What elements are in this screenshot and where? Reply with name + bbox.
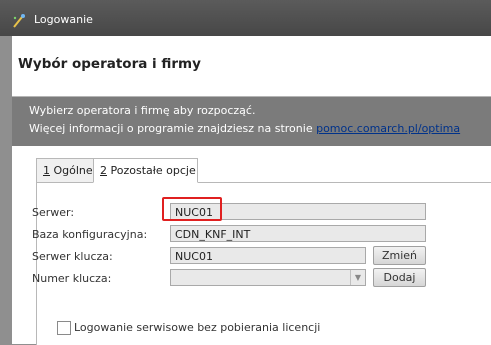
add-button[interactable]: Dodaj [373, 268, 426, 287]
page-title: Wybór operatora i firmy [18, 56, 201, 72]
form-area: 1 Ogólne 2 Pozostałe opcje [12, 146, 491, 345]
title-bar: Logowanie [0, 0, 491, 36]
key-number-label: Numer klucza: [32, 272, 112, 285]
app-wand-icon [13, 14, 25, 28]
change-button[interactable]: Zmień [373, 246, 426, 265]
tab-general-key: 1 [43, 164, 50, 177]
tab-general[interactable]: 1 Ogólne [36, 158, 94, 182]
server-field[interactable]: NUC01 [170, 203, 426, 220]
server-label: Serwer: [32, 206, 75, 219]
help-link[interactable]: pomoc.comarch.pl/optima [316, 122, 460, 135]
chevron-down-icon[interactable]: ▼ [350, 270, 365, 285]
info-banner: Wybierz operatora i firmę aby rozpocząć.… [12, 96, 491, 147]
header: Wybór operatora i firmy [12, 36, 491, 96]
tab-other-key: 2 [100, 164, 107, 177]
config-db-label: Baza konfiguracyjna: [32, 228, 148, 241]
service-login-label: Logowanie serwisowe bez pobierania licen… [74, 321, 321, 334]
config-db-field[interactable]: CDN_KNF_INT [170, 225, 426, 242]
info-line-2: Więcej informacji o programie znajdziesz… [29, 122, 460, 135]
info-line-2-text: Więcej informacji o programie znajdziesz… [29, 122, 317, 135]
login-window: Wybór operatora i firmy Wybierz operator… [12, 36, 491, 345]
key-number-dropdown[interactable]: ▼ [170, 269, 366, 286]
service-login-checkbox[interactable] [57, 321, 71, 335]
tab-other-options[interactable]: 2 Pozostałe opcje [93, 158, 198, 183]
info-line-1: Wybierz operatora i firmę aby rozpocząć. [29, 104, 256, 117]
window-title: Logowanie [34, 13, 93, 26]
key-server-field[interactable]: NUC01 [170, 247, 366, 264]
tab-general-label: Ogólne [50, 164, 93, 177]
tab-other-label: Pozostałe opcje [107, 164, 196, 177]
key-server-label: Serwer klucza: [32, 250, 113, 263]
